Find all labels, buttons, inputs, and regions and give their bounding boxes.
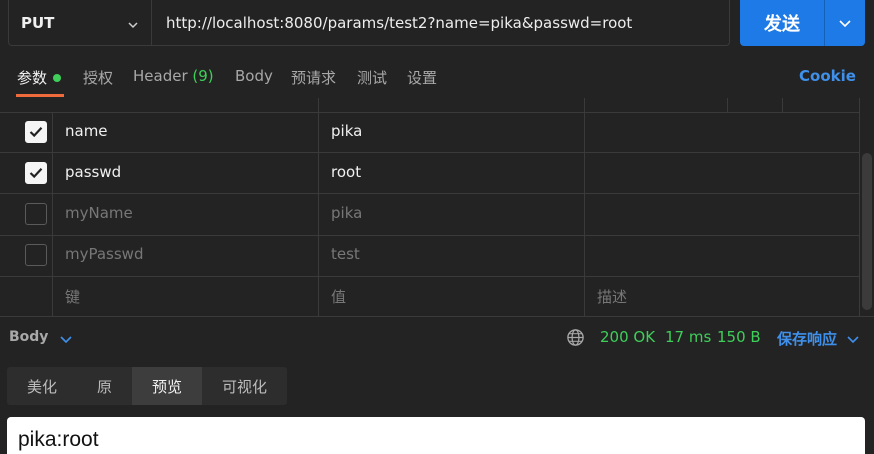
response-body-select[interactable]: Body bbox=[9, 329, 48, 345]
table-row: passwd root bbox=[0, 152, 860, 193]
status-code: 200 OK bbox=[600, 328, 656, 346]
tab-header-label: Header bbox=[133, 67, 188, 85]
send-options-button[interactable] bbox=[825, 0, 865, 46]
cookie-link[interactable]: Cookie bbox=[799, 67, 856, 85]
response-time: 17 ms bbox=[665, 328, 712, 346]
view-tab-raw[interactable]: 原 bbox=[77, 367, 132, 405]
view-tab-preview[interactable]: 预览 bbox=[132, 367, 202, 405]
param-key[interactable]: name bbox=[65, 122, 108, 140]
chevron-down-icon[interactable] bbox=[59, 332, 73, 346]
response-bar: Body 200 OK 17 ms 150 B 保存响应 bbox=[0, 318, 874, 358]
param-value[interactable]: pika bbox=[331, 122, 362, 140]
tab-params[interactable]: 参数 bbox=[17, 67, 62, 88]
table-row: myName pika bbox=[0, 193, 860, 234]
send-button-group: 发送 bbox=[740, 0, 865, 46]
checkmark-icon bbox=[29, 127, 43, 138]
param-value[interactable]: pika bbox=[331, 204, 362, 222]
tab-params-label: 参数 bbox=[17, 69, 48, 87]
enable-checkbox[interactable] bbox=[25, 244, 47, 266]
tab-header-count: (9) bbox=[192, 67, 214, 85]
tab-body[interactable]: Body bbox=[235, 67, 273, 85]
method-select[interactable]: PUT bbox=[9, 0, 152, 45]
table-row-new: 键 值 描述 bbox=[0, 275, 860, 316]
enable-checkbox[interactable] bbox=[25, 203, 47, 225]
param-key[interactable]: myPasswd bbox=[65, 245, 143, 263]
new-description-input[interactable]: 描述 bbox=[597, 286, 627, 307]
chevron-down-icon[interactable] bbox=[846, 332, 860, 346]
enable-checkbox[interactable] bbox=[25, 121, 47, 143]
preview-text: pika:root bbox=[18, 428, 99, 451]
chevron-down-icon bbox=[839, 20, 851, 28]
globe-icon[interactable] bbox=[566, 328, 585, 347]
tab-auth[interactable]: 授权 bbox=[83, 67, 113, 88]
params-table: name pika passwd root myName pika myPass… bbox=[0, 98, 874, 317]
url-input[interactable]: http://localhost:8080/params/test2?name=… bbox=[152, 14, 632, 32]
method-label: PUT bbox=[21, 13, 55, 32]
response-view-tabs: 美化 原 预览 可视化 bbox=[7, 367, 287, 405]
column-divider bbox=[782, 98, 783, 112]
new-key-input[interactable]: 键 bbox=[65, 286, 80, 307]
request-bar: PUT http://localhost:8080/params/test2?n… bbox=[8, 0, 730, 46]
response-preview: pika:root bbox=[7, 417, 865, 454]
enable-checkbox[interactable] bbox=[25, 162, 47, 184]
param-key[interactable]: passwd bbox=[65, 163, 121, 181]
new-value-input[interactable]: 值 bbox=[331, 286, 346, 307]
param-key[interactable]: myName bbox=[65, 204, 133, 222]
tab-tests[interactable]: 测试 bbox=[357, 67, 387, 88]
response-size: 150 B bbox=[717, 328, 761, 346]
save-response-button[interactable]: 保存响应 bbox=[777, 328, 837, 349]
active-tab-indicator bbox=[16, 94, 64, 97]
active-dot-icon bbox=[53, 73, 62, 82]
view-tab-visualize[interactable]: 可视化 bbox=[202, 367, 287, 405]
column-divider bbox=[727, 98, 728, 112]
tab-settings[interactable]: 设置 bbox=[407, 67, 437, 88]
param-value[interactable]: test bbox=[331, 245, 360, 263]
table-row: name pika bbox=[0, 111, 860, 152]
chevron-down-icon bbox=[127, 17, 139, 29]
view-tab-pretty[interactable]: 美化 bbox=[7, 367, 77, 405]
table-row: myPasswd test bbox=[0, 234, 860, 275]
checkmark-icon bbox=[29, 168, 43, 179]
tab-pre-request[interactable]: 预请求 bbox=[291, 67, 336, 88]
params-scrollbar[interactable] bbox=[862, 153, 872, 310]
request-tabs: 参数 授权 Header (9) Body 预请求 测试 设置 Cookie bbox=[0, 58, 874, 98]
tab-header[interactable]: Header (9) bbox=[133, 67, 214, 85]
send-button[interactable]: 发送 bbox=[740, 0, 824, 46]
param-value[interactable]: root bbox=[331, 163, 361, 181]
